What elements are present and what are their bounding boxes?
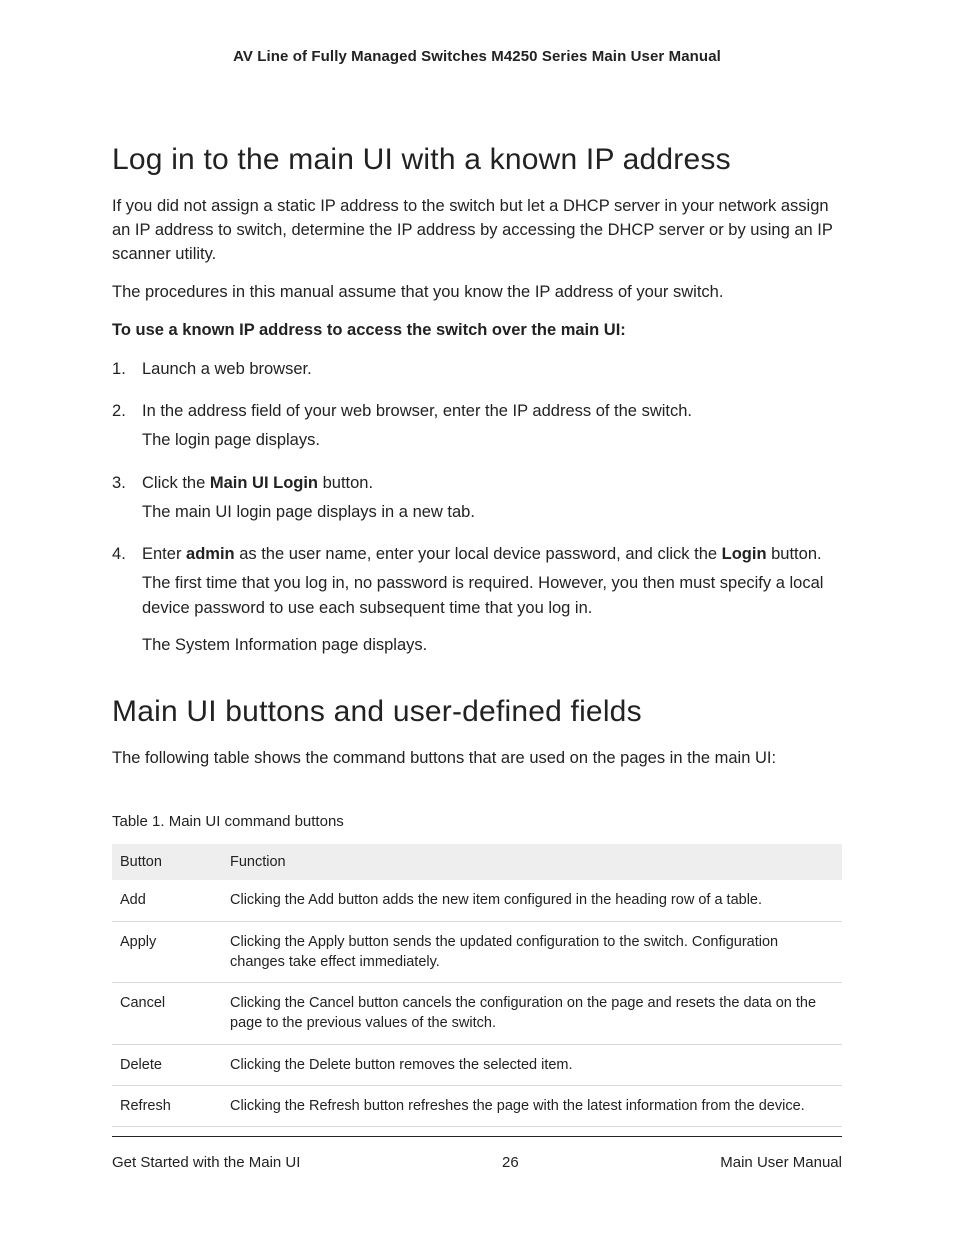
cell-button: Cancel [112, 983, 222, 1045]
step-3: Click the Main UI Login button. The main… [112, 471, 842, 525]
table-row: Refresh Clicking the Refresh button refr… [112, 1086, 842, 1127]
text: Enter [142, 545, 186, 563]
cell-button: Apply [112, 921, 222, 983]
step-2: In the address field of your web browser… [112, 399, 842, 453]
section-title-buttons: Main UI buttons and user-defined fields [112, 695, 842, 729]
text: Click the [142, 474, 210, 492]
column-header-function: Function [222, 844, 842, 880]
bold-text: Login [722, 545, 767, 563]
cell-function: Clicking the Delete button removes the s… [222, 1044, 842, 1085]
cell-button: Refresh [112, 1086, 222, 1127]
page-number: 26 [502, 1154, 519, 1171]
document-header: AV Line of Fully Managed Switches M4250 … [112, 48, 842, 65]
paragraph: The procedures in this manual assume tha… [112, 281, 842, 305]
column-header-button: Button [112, 844, 222, 880]
step-result: The login page displays. [142, 428, 842, 453]
step-result: The main UI login page displays in a new… [142, 500, 842, 525]
table-row: Add Clicking the Add button adds the new… [112, 880, 842, 921]
bold-text: admin [186, 545, 235, 563]
table-caption: Table 1. Main UI command buttons [112, 813, 842, 830]
procedure-lead: To use a known IP address to access the … [112, 319, 842, 343]
paragraph: If you did not assign a static IP addres… [112, 195, 842, 267]
page-footer: Get Started with the Main UI 26 Main Use… [112, 1154, 842, 1171]
text: as the user name, enter your local devic… [235, 545, 722, 563]
footer-left: Get Started with the Main UI [112, 1154, 300, 1171]
procedure-steps: Launch a web browser. In the address fie… [112, 357, 842, 658]
step-text: Click the Main UI Login button. [142, 471, 842, 496]
cell-function: Clicking the Cancel button cancels the c… [222, 983, 842, 1045]
text: button. [318, 474, 373, 492]
footer-right: Main User Manual [720, 1154, 842, 1171]
cell-function: Clicking the Add button adds the new ite… [222, 880, 842, 921]
table-row: Apply Clicking the Apply button sends th… [112, 921, 842, 983]
bold-text: Main UI Login [210, 474, 318, 492]
cell-function: Clicking the Refresh button refreshes th… [222, 1086, 842, 1127]
step-4: Enter admin as the user name, enter your… [112, 542, 842, 657]
command-buttons-table: Button Function Add Clicking the Add but… [112, 844, 842, 1127]
table-row: Cancel Clicking the Cancel button cancel… [112, 983, 842, 1045]
table-header-row: Button Function [112, 844, 842, 880]
paragraph: The following table shows the command bu… [112, 747, 842, 771]
step-1: Launch a web browser. [112, 357, 842, 382]
table-row: Delete Clicking the Delete button remove… [112, 1044, 842, 1085]
cell-function: Clicking the Apply button sends the upda… [222, 921, 842, 983]
step-result: The System Information page displays. [142, 633, 842, 658]
section-title-login: Log in to the main UI with a known IP ad… [112, 143, 842, 177]
text: button. [767, 545, 822, 563]
footer-divider [112, 1136, 842, 1137]
step-text: Launch a web browser. [142, 357, 842, 382]
step-text: Enter admin as the user name, enter your… [142, 542, 842, 567]
cell-button: Add [112, 880, 222, 921]
step-note: The first time that you log in, no passw… [142, 571, 842, 621]
step-text: In the address field of your web browser… [142, 399, 842, 424]
cell-button: Delete [112, 1044, 222, 1085]
